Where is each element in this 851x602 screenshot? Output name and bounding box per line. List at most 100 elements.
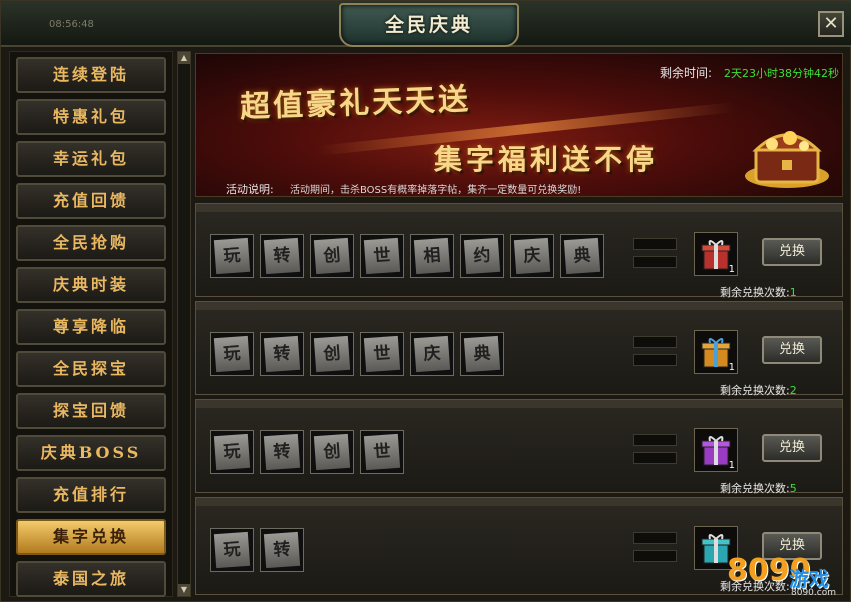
banner-slogan-2: 集字福利送不停 bbox=[434, 143, 659, 176]
banner-slogan-1: 超值豪礼天天送 bbox=[239, 81, 472, 126]
sidebar-scrollbar[interactable]: ▲ ▼ bbox=[177, 51, 191, 597]
exchange-row: 玩 转 创 世 庆 典 1 兑换 剩余兑换次数:2 bbox=[195, 301, 843, 398]
char-tile: 世 bbox=[360, 234, 404, 278]
reward-count: 1 bbox=[728, 264, 735, 275]
remaining-exchanges-count: 1 bbox=[789, 286, 797, 299]
sidebar-item-festival-fashion[interactable]: 庆典时装 bbox=[16, 267, 166, 303]
treasure-chest-icon bbox=[745, 131, 829, 188]
remaining-exchanges-label: 剩余兑换次数: bbox=[720, 384, 790, 397]
char-tile: 世 bbox=[360, 430, 404, 474]
remaining-exchanges-label: 剩余兑换次数: bbox=[720, 286, 790, 299]
exchange-button[interactable]: 兑换 bbox=[762, 434, 822, 462]
char-tile: 创 bbox=[310, 234, 354, 278]
char-tile-glyph: 创 bbox=[313, 237, 351, 275]
event-banner: 剩余时间: 2天23小时38分钟42秒 超值豪礼天天送 集字福利送不停 活动说明… bbox=[195, 53, 843, 197]
scroll-down-icon[interactable]: ▼ bbox=[178, 584, 190, 596]
exchange-row: 玩 转 创 世 1 兑换 剩余兑换次数:5 bbox=[195, 399, 843, 496]
sidebar-item-character-exchange[interactable]: 集字兑换 bbox=[16, 519, 166, 555]
exchange-button[interactable]: 兑换 bbox=[762, 238, 822, 266]
remaining-exchanges: 剩余兑换次数:2 bbox=[720, 382, 797, 398]
char-tile-glyph: 玩 bbox=[213, 237, 251, 275]
char-tile-glyph: 庆 bbox=[413, 335, 451, 373]
char-tile-glyph: 典 bbox=[463, 335, 501, 373]
divider-bar bbox=[633, 336, 677, 348]
window-title: 全民庆典 bbox=[384, 14, 473, 36]
char-tile-glyph: 世 bbox=[363, 237, 401, 275]
remaining-time-label: 剩余时间: bbox=[660, 66, 713, 80]
sidebar-item-vip-arrival[interactable]: 尊享降临 bbox=[16, 309, 166, 345]
event-sidebar: 连续登陆 特惠礼包 幸运礼包 充值回馈 全民抢购 庆典时装 尊享降临 全民探宝 … bbox=[9, 51, 173, 597]
activity-desc-text: 活动期间，击杀BOSS有概率掉落字帖，集齐一定数量可兑换奖励! bbox=[290, 185, 582, 196]
remaining-time-value: 2天23小时38分钟42秒 bbox=[724, 67, 839, 80]
divider-bar bbox=[633, 238, 677, 250]
char-tile: 创 bbox=[310, 332, 354, 376]
char-tile: 玩 bbox=[210, 430, 254, 474]
title-plate: 全民庆典 bbox=[339, 3, 519, 47]
sidebar-item-lucky-pack[interactable]: 幸运礼包 bbox=[16, 141, 166, 177]
window-titlebar: 08:56:48 全民庆典 ✕ bbox=[1, 1, 851, 47]
char-tile-glyph: 转 bbox=[263, 433, 301, 471]
char-tile-glyph: 玩 bbox=[213, 531, 251, 569]
divider-bar bbox=[633, 532, 677, 544]
sidebar-item-continuous-login[interactable]: 连续登陆 bbox=[16, 57, 166, 93]
divider-bar bbox=[633, 452, 677, 464]
row-header-strip bbox=[196, 302, 842, 310]
sidebar-item-thailand-trip[interactable]: 泰国之旅 bbox=[16, 561, 166, 597]
reward-slot[interactable]: 1 bbox=[694, 428, 738, 472]
char-tile: 玩 bbox=[210, 528, 254, 572]
char-tile-glyph: 相 bbox=[413, 237, 451, 275]
char-tile-glyph: 创 bbox=[313, 335, 351, 373]
reward-slot[interactable]: 1 bbox=[694, 232, 738, 276]
divider-bar bbox=[633, 550, 677, 562]
sidebar-item-special-pack[interactable]: 特惠礼包 bbox=[16, 99, 166, 135]
sidebar-item-flash-sale[interactable]: 全民抢购 bbox=[16, 225, 166, 261]
sidebar-item-recharge-ranking[interactable]: 充值排行 bbox=[16, 477, 166, 513]
char-tile-glyph: 典 bbox=[563, 237, 601, 275]
watermark-url: 8090.com bbox=[791, 588, 836, 598]
char-tile: 庆 bbox=[410, 332, 454, 376]
char-tile: 创 bbox=[310, 430, 354, 474]
char-tile-glyph: 约 bbox=[463, 237, 501, 275]
exchange-row: 玩 转 创 世 相 约 庆 典 1 兑换 剩余兑换次数:1 bbox=[195, 203, 843, 300]
reward-count: 1 bbox=[728, 460, 735, 471]
remaining-exchanges: 剩余兑换次数:5 bbox=[720, 480, 797, 496]
close-button[interactable]: ✕ bbox=[818, 11, 844, 37]
reward-count: 1 bbox=[728, 362, 735, 373]
char-tile: 转 bbox=[260, 430, 304, 474]
char-tile-glyph: 转 bbox=[263, 531, 301, 569]
row-header-strip bbox=[196, 498, 842, 506]
sidebar-item-festival-boss[interactable]: 庆典BOSS bbox=[16, 435, 166, 471]
char-tile-glyph: 玩 bbox=[213, 433, 251, 471]
site-watermark: 8090 游戏 8090.com bbox=[727, 543, 849, 601]
sidebar-item-recharge-reward[interactable]: 充值回馈 bbox=[16, 183, 166, 219]
row-header-strip bbox=[196, 400, 842, 408]
char-tile: 玩 bbox=[210, 332, 254, 376]
char-tile: 典 bbox=[460, 332, 504, 376]
divider-bar bbox=[633, 434, 677, 446]
remaining-exchanges-count: 2 bbox=[789, 384, 797, 397]
activity-desc-label: 活动说明: bbox=[226, 183, 274, 196]
char-tile: 转 bbox=[260, 528, 304, 572]
char-tile: 庆 bbox=[510, 234, 554, 278]
exchange-button[interactable]: 兑换 bbox=[762, 336, 822, 364]
remaining-exchanges-count: 5 bbox=[789, 482, 797, 495]
scroll-up-icon[interactable]: ▲ bbox=[178, 52, 190, 64]
remaining-exchanges-label: 剩余兑换次数: bbox=[720, 482, 790, 495]
remaining-exchanges: 剩余兑换次数:1 bbox=[720, 284, 797, 300]
char-tile: 转 bbox=[260, 234, 304, 278]
char-tile-glyph: 玩 bbox=[213, 335, 251, 373]
char-tile-glyph: 世 bbox=[363, 335, 401, 373]
char-tile: 相 bbox=[410, 234, 454, 278]
sidebar-item-hunt-reward[interactable]: 探宝回馈 bbox=[16, 393, 166, 429]
event-window: 08:56:48 全民庆典 ✕ 连续登陆 特惠礼包 幸运礼包 充值回馈 全民抢购… bbox=[0, 0, 851, 602]
char-tile-glyph: 转 bbox=[263, 237, 301, 275]
reward-slot[interactable]: 1 bbox=[694, 330, 738, 374]
char-tile: 典 bbox=[560, 234, 604, 278]
divider-bar bbox=[633, 354, 677, 366]
sidebar-item-treasure-hunt[interactable]: 全民探宝 bbox=[16, 351, 166, 387]
char-tile-glyph: 转 bbox=[263, 335, 301, 373]
char-tile: 约 bbox=[460, 234, 504, 278]
char-tile-glyph: 庆 bbox=[513, 237, 551, 275]
char-tile: 世 bbox=[360, 332, 404, 376]
row-header-strip bbox=[196, 204, 842, 212]
